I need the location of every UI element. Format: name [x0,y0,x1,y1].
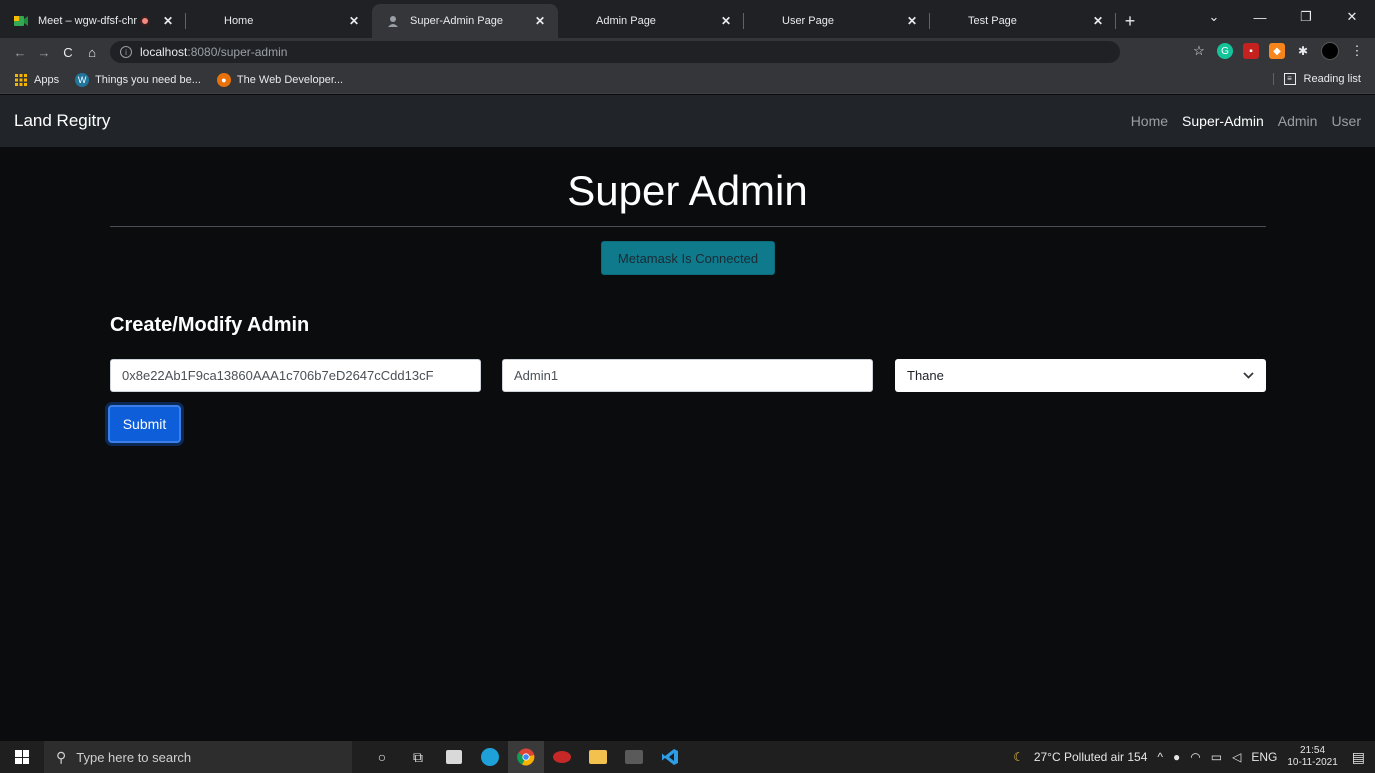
close-tab-icon[interactable]: ✕ [904,14,920,28]
close-tab-icon[interactable]: ✕ [718,14,734,28]
extension-icons: ☆ G ▪ ◆ ✱ ⋮ [1191,42,1365,60]
search-icon: ⚲ [56,748,67,765]
google-meet-icon [14,14,28,28]
tab-title: Test Page [968,15,1017,27]
menu-kebab-icon[interactable]: ⋮ [1349,43,1365,59]
metamask-icon[interactable]: ◆ [1269,43,1285,59]
close-tab-icon[interactable]: ✕ [160,14,176,28]
bookmark-things-you-need[interactable]: W Things you need be... [75,72,201,87]
city-select-value: Thane [907,368,944,383]
bookmark-apps[interactable]: Apps [14,73,59,87]
section-title: Create/Modify Admin [110,314,310,336]
nav-link-super-admin[interactable]: Super-Admin [1182,113,1264,129]
apps-grid-icon [14,73,28,87]
bookmarks-bar: Apps W Things you need be... ● The Web D… [0,66,1375,94]
ublock-icon[interactable]: ▪ [1243,43,1259,59]
reading-list-icon: ≡ [1283,73,1296,85]
clock[interactable]: 21:54 10-11-2021 [1287,745,1337,769]
close-tab-icon[interactable]: ✕ [1090,14,1106,28]
windows-taskbar: ⚲ Type here to search ○ ⧉ ☾ 27°C Pollute… [0,741,1375,773]
navbar-links: Home Super-Admin Admin User [1131,113,1361,129]
battery-icon[interactable]: ▭ [1211,750,1222,764]
reading-list-button[interactable]: ≡ Reading list [1272,73,1361,85]
minimize-icon[interactable]: — [1237,10,1283,25]
taskbar-apps: ○ ⧉ [364,741,688,773]
weather-text[interactable]: 27°C Polluted air 154 [1034,750,1148,764]
wifi-icon[interactable]: ◠ [1190,750,1200,764]
tab-home[interactable]: Home ✕ [186,4,372,38]
nav-link-admin[interactable]: Admin [1278,113,1318,129]
forward-icon[interactable]: → [32,45,56,60]
page-title: Super Admin [567,167,808,214]
microphone-icon[interactable]: ● [1173,750,1180,764]
main-content: Super Admin Metamask Is Connected Create… [0,147,1375,741]
web-developer-icon: ● [216,72,231,87]
tab-title: Home [224,15,254,27]
vscode-icon[interactable] [652,741,688,773]
bookmark-star-icon[interactable]: ☆ [1191,43,1207,59]
file-explorer-icon[interactable] [580,741,616,773]
store-icon[interactable] [436,741,472,773]
close-window-icon[interactable]: ✕ [1329,9,1375,25]
nav-link-home[interactable]: Home [1131,113,1168,129]
tab-title: User Page [782,15,834,27]
tab-admin[interactable]: Admin Page ✕ [558,4,744,38]
url-host: localhost [140,45,188,59]
chevron-down-icon [1243,370,1254,382]
clock-date: 10-11-2021 [1287,757,1338,768]
new-tab-icon[interactable]: + [1116,4,1144,38]
navbar-brand[interactable]: Land Regitry [14,111,110,131]
cortana-icon[interactable]: ○ [364,741,400,773]
tab-test[interactable]: Test Page ✕ [930,4,1116,38]
close-tab-icon[interactable]: ✕ [346,14,362,28]
back-icon[interactable]: ← [8,45,32,60]
clock-time: 21:54 [1300,745,1326,756]
windows-start-icon[interactable] [0,741,44,773]
metamask-status-button[interactable]: Metamask Is Connected [601,241,775,275]
tab-title: Meet – wgw-dfsf-chr [38,15,138,27]
maximize-icon[interactable]: ❐ [1283,9,1329,25]
browser-toolbar: ← → C ⌂ i localhost :8080/super-admin ☆ … [0,38,1375,66]
url-path: :8080/super-admin [187,45,288,59]
chevron-up-icon[interactable]: ^ [1157,750,1163,764]
tab-search-icon[interactable]: ⌄ [1191,9,1237,25]
system-tray: ☾ 27°C Polluted air 154 ^ ● ◠ ▭ ◁ ENG 21… [1013,741,1375,773]
reload-icon[interactable]: C [56,45,80,60]
recording-indicator-icon [140,16,150,26]
nav-link-user[interactable]: User [1331,113,1361,129]
red-app-icon[interactable] [544,741,580,773]
profile-avatar[interactable] [1321,42,1339,60]
volume-icon[interactable]: ◁ [1232,750,1241,764]
language-indicator[interactable]: ENG [1251,750,1277,764]
wordpress-icon: W [75,72,90,87]
grammarly-icon[interactable]: G [1217,43,1233,59]
edge-icon[interactable] [472,741,508,773]
admin-address-input[interactable] [110,359,481,392]
taskbar-search-input[interactable]: ⚲ Type here to search [44,741,352,773]
tab-super-admin[interactable]: Super-Admin Page ✕ [372,4,558,38]
extensions-puzzle-icon[interactable]: ✱ [1295,43,1311,59]
bookmark-web-developer[interactable]: ● The Web Developer... [216,72,343,87]
tab-title: Super-Admin Page [410,15,503,27]
chrome-icon[interactable] [508,741,544,773]
address-bar[interactable]: i localhost :8080/super-admin [110,41,1120,63]
divider [110,226,1266,227]
app-navbar: Land Regitry Home Super-Admin Admin User [0,95,1375,147]
window-controls: ⌄ — ❐ ✕ [1191,0,1375,34]
browser-tab-strip: Meet – wgw-dfsf-chr ✕ Home ✕ Super-Admin… [0,0,1375,38]
admin-name-input[interactable] [502,359,873,392]
home-icon[interactable]: ⌂ [80,45,104,60]
close-tab-icon[interactable]: ✕ [532,14,548,28]
site-info-icon[interactable]: i [120,46,132,58]
terminal-icon[interactable] [616,741,652,773]
page-favicon-icon [386,14,400,28]
city-select[interactable]: Thane [895,359,1266,392]
notifications-icon[interactable]: ▤ [1352,749,1365,766]
tab-user[interactable]: User Page ✕ [744,4,930,38]
submit-button[interactable]: Submit [108,405,181,443]
task-view-icon[interactable]: ⧉ [400,741,436,773]
weather-icon[interactable]: ☾ [1013,750,1024,764]
tab-title: Admin Page [596,15,656,27]
tab-meet[interactable]: Meet – wgw-dfsf-chr ✕ [0,4,186,38]
